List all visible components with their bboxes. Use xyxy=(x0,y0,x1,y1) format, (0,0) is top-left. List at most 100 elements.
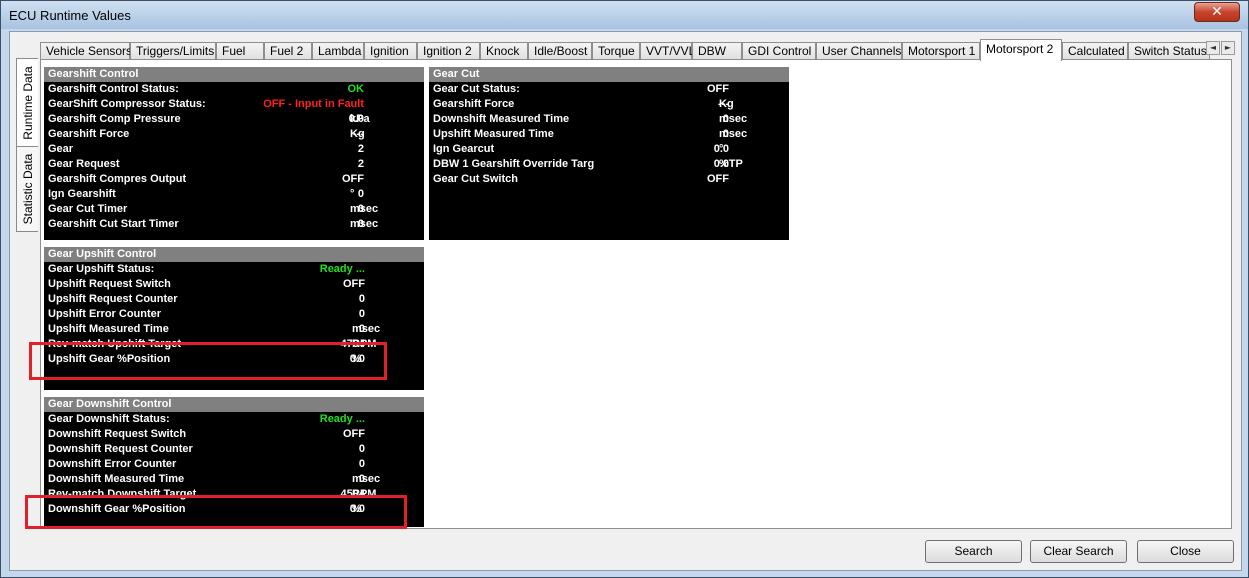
value-reading: OK xyxy=(347,83,365,95)
value-row: Ign Gearshift 0 ° xyxy=(44,187,424,202)
value-reading: 0 xyxy=(358,308,365,320)
title-bar[interactable]: ECU Runtime Values ✕ xyxy=(1,1,1248,29)
value-row: Gearshift Force --- Kg xyxy=(44,127,424,142)
value-label: GearShift Compressor Status: xyxy=(48,98,206,110)
search-button[interactable]: Search xyxy=(925,540,1022,563)
value-row: Gearshift Force --- Kg xyxy=(429,97,789,112)
tab-switch-status[interactable]: Switch Status xyxy=(1128,42,1210,60)
tab-ignition[interactable]: Ignition xyxy=(364,42,417,60)
tab-torque[interactable]: Torque xyxy=(592,42,640,60)
tab-ignition-2[interactable]: Ignition 2 xyxy=(417,42,480,60)
value-reading: OFF xyxy=(707,83,729,95)
value-row: Gearshift Comp Pressure 0.0 kPa xyxy=(44,112,424,127)
panel-title: Gear Upshift Control xyxy=(44,247,424,262)
window-title: ECU Runtime Values xyxy=(9,8,131,23)
value-unit: msec xyxy=(719,113,748,125)
value-reading: 0 xyxy=(358,458,365,470)
tab-fuel-2[interactable]: Fuel 2 xyxy=(264,42,312,60)
value-label: Gear xyxy=(48,143,74,155)
value-label: Gearshift Force xyxy=(48,128,130,140)
value-row: Gearshift Cut Start Timer 0 msec xyxy=(44,217,424,232)
value-row: Gear Downshift Status: Ready ... xyxy=(44,412,424,427)
value-label: Downshift Request Counter xyxy=(48,443,193,455)
value-unit: msec xyxy=(352,323,381,335)
tab-fuel[interactable]: Fuel xyxy=(216,42,264,60)
tab-knock[interactable]: Knock xyxy=(480,42,528,60)
gear-cut-panel: Gear Cut Gear Cut Status: OFF Gearshift Fo… xyxy=(429,67,789,240)
value-reading: OFF xyxy=(342,173,364,185)
value-row: Downshift Request Switch OFF xyxy=(44,427,424,442)
value-unit: kPa xyxy=(350,113,370,125)
panel-title: Gearshift Control xyxy=(44,67,424,82)
tab-user-channels[interactable]: User Channels xyxy=(816,42,902,60)
value-label: Gearshift Control Status: xyxy=(48,83,179,95)
value-row: Gear 2 xyxy=(44,142,424,157)
tab-lambda[interactable]: Lambda xyxy=(312,42,364,60)
value-reading: OFF - Input in Fault xyxy=(263,98,364,110)
tab-vvt-vvl[interactable]: VVT/VVL xyxy=(640,42,695,60)
value-row: Upshift Request Switch OFF xyxy=(44,277,424,292)
value-label: Gear Upshift Status: xyxy=(48,263,155,275)
value-row: Gear Cut Status: OFF xyxy=(429,82,789,97)
value-reading: OFF xyxy=(343,278,365,290)
clear-search-button[interactable]: Clear Search xyxy=(1030,540,1127,563)
value-reading: 2 xyxy=(357,158,364,170)
value-row: Ign Gearcut 0.0 ° xyxy=(429,142,789,157)
value-unit: msec xyxy=(719,128,748,140)
tab-triggers-limits[interactable]: Triggers/Limits xyxy=(130,42,216,60)
tab-strip: Vehicle Sensors Triggers/Limits Fuel Fue… xyxy=(40,39,1240,61)
value-label: Gear Cut Status: xyxy=(433,83,520,95)
value-label: Ign Gearshift xyxy=(48,188,116,200)
close-window-icon[interactable]: ✕ xyxy=(1194,2,1240,22)
value-row: Downshift Request Counter 0 xyxy=(44,442,424,457)
tab-gdi-control[interactable]: GDI Control xyxy=(742,42,816,60)
ecu-runtime-window: ECU Runtime Values ✕ Runtime Data Statis… xyxy=(0,0,1249,578)
value-label: Upshift Request Switch xyxy=(48,278,171,290)
tab-vehicle-sensors[interactable]: Vehicle Sensors xyxy=(40,42,132,60)
tab-motorsport-1[interactable]: Motorsport 1 xyxy=(902,42,980,60)
value-unit: %TP xyxy=(719,158,743,170)
value-unit: ° xyxy=(719,143,724,155)
downshift-position-highlight xyxy=(25,495,407,529)
value-unit: Kg xyxy=(350,128,365,140)
value-label: Gearshift Comp Pressure xyxy=(48,113,181,125)
value-label: Downshift Measured Time xyxy=(433,113,570,125)
tab-motorsport-2[interactable]: Motorsport 2 xyxy=(980,39,1062,61)
value-unit: msec xyxy=(352,473,381,485)
value-row: Downshift Measured Time 0 msec xyxy=(44,472,424,487)
side-tab-runtime-data[interactable]: Runtime Data xyxy=(16,58,38,148)
value-label: Gearshift Cut Start Timer xyxy=(48,218,179,230)
upshift-position-highlight xyxy=(29,342,387,380)
tab-scroll-left-icon[interactable]: ◄ xyxy=(1206,41,1220,55)
value-row: Upshift Measured Time 0 msec xyxy=(44,322,424,337)
value-label: Gear Request xyxy=(48,158,120,170)
tab-dbw[interactable]: DBW xyxy=(692,42,742,60)
value-row: Upshift Request Counter 0 xyxy=(44,292,424,307)
side-tab-statistic-label: Statistic Data xyxy=(20,153,35,225)
value-label: Gear Cut Timer xyxy=(48,203,128,215)
tab-scroll-right-icon[interactable]: ► xyxy=(1221,41,1235,55)
value-row: Gear Upshift Status: Ready ... xyxy=(44,262,424,277)
value-label: Gearshift Force xyxy=(433,98,515,110)
value-row: GearShift Compressor Status: OFF - Input … xyxy=(44,97,424,112)
value-reading: Ready ... xyxy=(319,263,365,275)
tab-calculated[interactable]: Calculated xyxy=(1062,42,1128,60)
value-label: Downshift Measured Time xyxy=(48,473,185,485)
client-area: Runtime Data Statistic Data Vehicle Sens… xyxy=(9,31,1242,571)
value-row: Upshift Error Counter 0 xyxy=(44,307,424,322)
value-reading: 0 xyxy=(358,443,365,455)
value-row: Downshift Error Counter 0 xyxy=(44,457,424,472)
value-reading: OFF xyxy=(343,428,365,440)
panel-title: Gear Cut xyxy=(429,67,789,82)
value-label: Gearshift Compres Output xyxy=(48,173,187,185)
value-label: DBW 1 Gearshift Override Targ xyxy=(433,158,595,170)
tab-idle-boost[interactable]: Idle/Boost xyxy=(528,42,592,60)
close-button[interactable]: Close xyxy=(1137,540,1234,563)
value-label: Upshift Request Counter xyxy=(48,293,178,305)
value-row: Gear Request 2 xyxy=(44,157,424,172)
value-row: Gear Cut Timer 0 msec xyxy=(44,202,424,217)
value-label: Upshift Measured Time xyxy=(48,323,169,335)
value-label: Gear Downshift Status: xyxy=(48,413,170,425)
value-row: Gear Cut Switch OFF xyxy=(429,172,789,187)
side-tab-statistic-data[interactable]: Statistic Data xyxy=(16,146,38,232)
